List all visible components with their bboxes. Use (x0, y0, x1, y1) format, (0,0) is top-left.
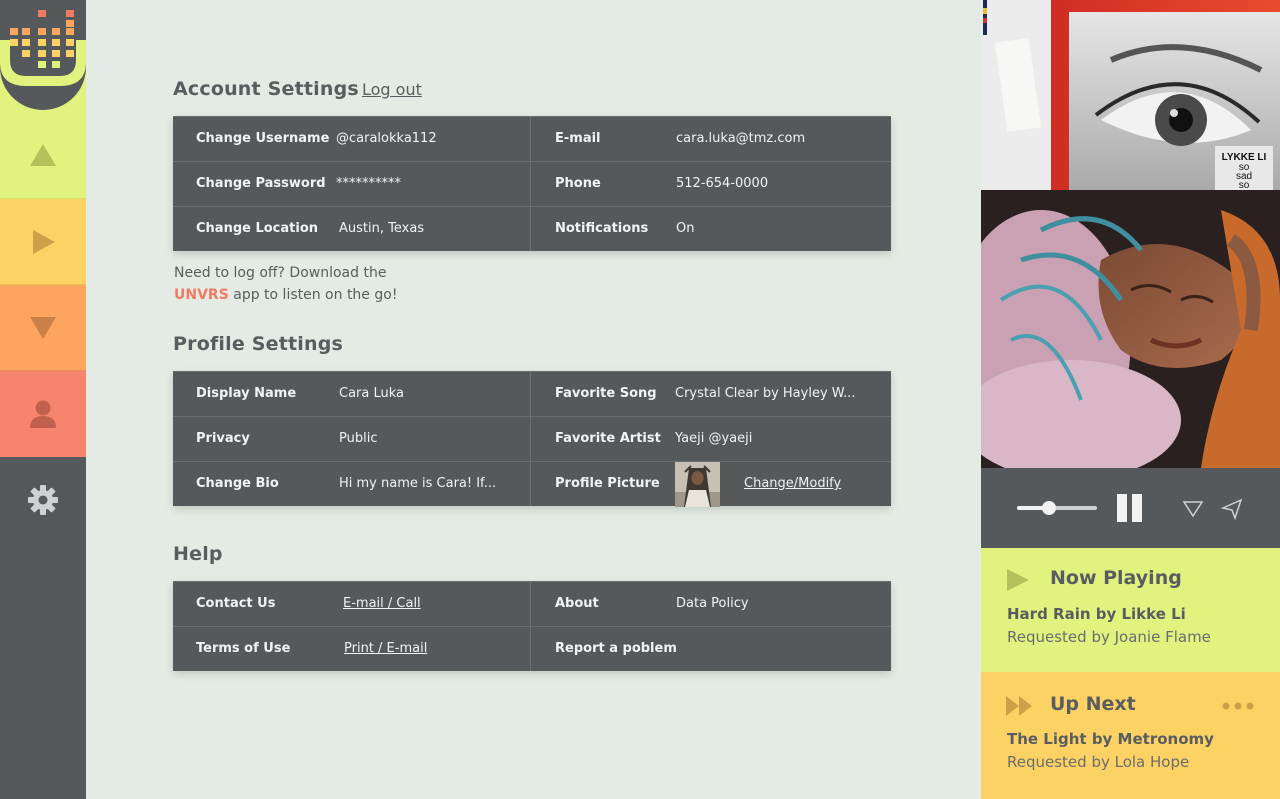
table-row: Change Username @caralokka112 E-mail car… (173, 116, 891, 161)
up-next-title: Up Next (1050, 693, 1136, 715)
now-playing-card[interactable]: Now Playing Hard Rain by Likke Li Reques… (981, 548, 1280, 672)
settings-main: Account Settings Log out Change Username… (86, 0, 981, 799)
change-username-label[interactable]: Change Username (196, 117, 329, 161)
email-call-link[interactable]: E-mail / Call (343, 582, 421, 626)
volume-slider-handle (1042, 501, 1056, 515)
notifications-value[interactable]: On (676, 207, 694, 251)
down-triangle-icon (1182, 501, 1204, 518)
table-row: Change Password ********** Phone 512-654… (173, 161, 891, 206)
up-next-card[interactable]: Up Next The Light by Metronomy Requested… (981, 672, 1280, 799)
play-icon (1007, 569, 1029, 591)
favorite-song-value[interactable]: Crystal Clear by Hayley W... (675, 372, 856, 416)
player-panel: LYKKE LI so sad so sexy (981, 0, 1280, 799)
up-next-requested-by: Requested by Lola Hope (1007, 753, 1190, 771)
download-text-line2: app to listen on the go! (228, 287, 398, 303)
data-policy-link[interactable]: Data Policy (676, 582, 749, 626)
pause-icon (1117, 494, 1127, 522)
terms-of-use-label: Terms of Use (196, 641, 291, 656)
display-name-value[interactable]: Cara Luka (339, 372, 404, 416)
phone-label[interactable]: Phone (555, 162, 601, 206)
bio-value[interactable]: Hi my name is Cara! If... (339, 462, 496, 506)
change-location-label[interactable]: Change Location (196, 207, 318, 251)
profile-picture-label[interactable]: Profile Picture (555, 462, 660, 506)
logo[interactable] (0, 0, 86, 110)
account-settings-title: Account Settings (173, 78, 359, 100)
fast-forward-icon (1006, 696, 1032, 716)
change-password-label[interactable]: Change Password (196, 162, 326, 206)
change-profile-picture-link[interactable]: Change/Modify (744, 462, 841, 506)
favorite-artist-label[interactable]: Favorite Artist (555, 417, 661, 461)
send-icon (1220, 498, 1243, 521)
notifications-label[interactable]: Notifications (555, 207, 648, 251)
table-row: Privacy Public Favorite Artist Yaeji @ya… (173, 416, 891, 461)
change-bio-label[interactable]: Change Bio (196, 462, 279, 506)
table-row: Change Bio Hi my name is Cara! If... Pro… (173, 461, 891, 507)
logo-mark (0, 10, 86, 86)
logout-link[interactable]: Log out (362, 80, 422, 99)
about-label: About (555, 596, 599, 611)
profile-settings-table: Display Name Cara Luka Favorite Song Cry… (173, 371, 891, 507)
player-controls-icons (1017, 494, 1243, 522)
play-icon (33, 229, 55, 254)
download-app-text: Need to log off? Download the UNVRS app … (174, 262, 397, 306)
report-problem-link[interactable]: Report a poblem (555, 627, 677, 671)
display-name-label[interactable]: Display Name (196, 372, 296, 416)
print-email-link[interactable]: Print / E-mail (344, 627, 427, 671)
favorite-song-label[interactable]: Favorite Song (555, 372, 657, 416)
password-value[interactable]: ********** (336, 162, 401, 206)
username-value[interactable]: @caralokka112 (336, 117, 437, 161)
favorite-artist-value[interactable]: Yaeji @yaeji (675, 417, 752, 461)
table-row: Terms of Use Print / E-mail Report a pob… (173, 626, 891, 671)
privacy-value[interactable]: Public (339, 417, 377, 461)
table-row: Contact Us E-mail / Call About Data Poli… (173, 581, 891, 626)
profile-settings-title: Profile Settings (173, 333, 344, 355)
profile-picture-image (675, 462, 720, 507)
table-row: Display Name Cara Luka Favorite Song Cry… (173, 371, 891, 416)
download-text-line1: Need to log off? Download the (174, 265, 387, 281)
nav-play-button[interactable] (0, 199, 86, 285)
contact-us-label: Contact Us (196, 596, 276, 611)
more-options-icon[interactable] (1221, 701, 1255, 711)
album-art[interactable]: LYKKE LI so sad so sexy (981, 0, 1280, 468)
up-arrow-icon (30, 143, 56, 166)
profile-picture-thumbnail[interactable] (675, 462, 720, 507)
nav-settings-button[interactable] (0, 457, 86, 543)
nav-up-button[interactable] (0, 110, 86, 199)
now-playing-title: Now Playing (1050, 567, 1182, 589)
phone-value[interactable]: 512-654-0000 (676, 162, 768, 206)
gear-icon (28, 485, 58, 515)
location-value[interactable]: Austin, Texas (339, 207, 424, 251)
now-playing-song: Hard Rain by Likke Li (1007, 605, 1186, 623)
table-row: Change Location Austin, Texas Notificati… (173, 206, 891, 251)
unvrs-brand-link[interactable]: UNVRS (174, 287, 229, 303)
email-label[interactable]: E-mail (555, 117, 601, 161)
user-icon (30, 400, 56, 428)
nav-down-button[interactable] (0, 285, 86, 371)
now-playing-requested-by: Requested by Joanie Flame (1007, 628, 1211, 646)
privacy-label[interactable]: Privacy (196, 417, 250, 461)
up-next-song: The Light by Metronomy (1007, 730, 1214, 748)
help-title: Help (173, 543, 223, 565)
player-controls (981, 468, 1280, 548)
down-arrow-icon (30, 316, 56, 339)
email-value[interactable]: cara.luka@tmz.com (676, 117, 805, 161)
sidebar (0, 0, 86, 799)
album-cover-image: LYKKE LI so sad so sexy (981, 0, 1280, 468)
account-settings-table: Change Username @caralokka112 E-mail car… (173, 116, 891, 251)
help-table: Contact Us E-mail / Call About Data Poli… (173, 581, 891, 671)
nav-profile-button[interactable] (0, 371, 86, 457)
